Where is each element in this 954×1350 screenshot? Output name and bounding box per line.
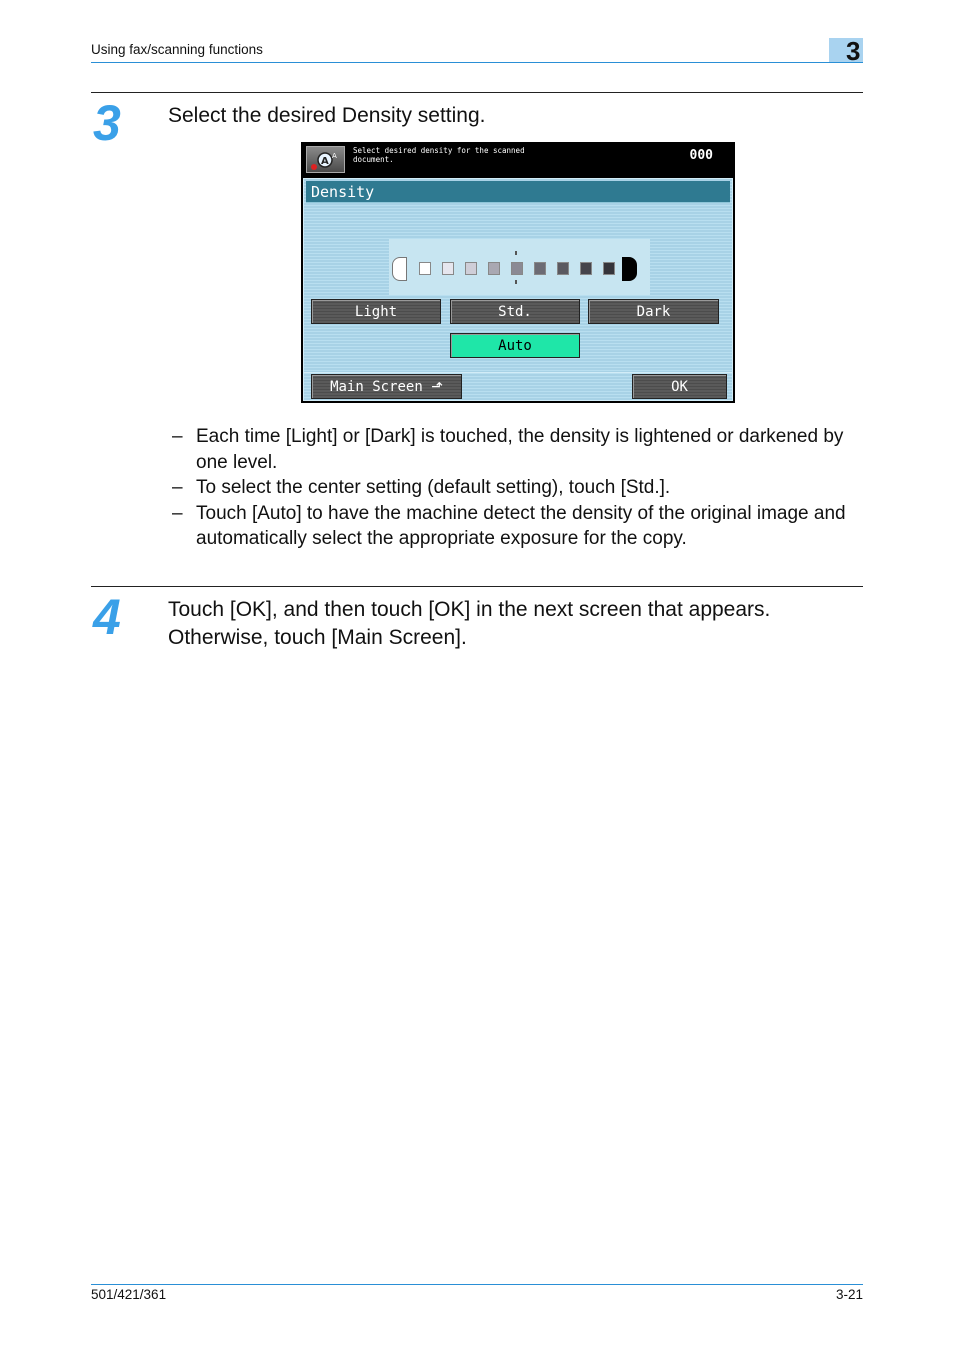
density-scale bbox=[389, 239, 650, 295]
ok-button[interactable]: OK bbox=[632, 374, 727, 399]
dark-end-icon bbox=[622, 257, 637, 281]
note-item: – To select the center setting (default s… bbox=[172, 477, 671, 498]
density-level-6 bbox=[534, 262, 546, 275]
light-button[interactable]: Light bbox=[311, 299, 441, 324]
density-level-4 bbox=[488, 262, 500, 275]
density-level-7 bbox=[557, 262, 569, 275]
step-divider bbox=[91, 92, 863, 93]
auto-button[interactable]: Auto bbox=[450, 333, 580, 358]
density-level-9 bbox=[603, 262, 615, 275]
light-end-icon bbox=[392, 257, 407, 281]
scan-mode-icon[interactable]: A A bbox=[306, 146, 345, 173]
page-number: 3-21 bbox=[835, 1287, 863, 1302]
status-message: Select desired density for the scanned d… bbox=[353, 146, 525, 164]
note-item: – Touch [Auto] to have the machine detect… bbox=[172, 502, 846, 550]
header-divider bbox=[91, 62, 863, 63]
step-notes: – Each time [Light] or [Dark] is touched,… bbox=[172, 424, 872, 552]
step-text: Touch [OK], and then touch [OK] in the n… bbox=[168, 598, 771, 649]
svg-text:A: A bbox=[332, 152, 337, 160]
main-screen-button[interactable]: Main Screen ⬏ bbox=[311, 374, 462, 399]
density-level-8 bbox=[580, 262, 592, 275]
panel-divider bbox=[304, 372, 732, 373]
density-level-3 bbox=[465, 262, 477, 275]
note-text: Touch [Auto] to have the machine detect … bbox=[196, 502, 846, 550]
density-screen: A A Select desired density for the scann… bbox=[301, 142, 735, 403]
dark-button[interactable]: Dark bbox=[588, 299, 719, 324]
step-number: 3 bbox=[93, 95, 121, 151]
note-text: To select the center setting (default se… bbox=[196, 477, 671, 498]
note-text: Each time [Light] or [Dark] is touched, … bbox=[196, 426, 844, 473]
step-number: 4 bbox=[93, 589, 121, 645]
density-level-5 bbox=[511, 262, 523, 275]
center-tick-bottom bbox=[515, 280, 517, 284]
main-screen-label: Main Screen bbox=[330, 379, 423, 395]
return-arrow-icon: ⬏ bbox=[431, 379, 443, 395]
note-item: – Each time [Light] or [Dark] is touched,… bbox=[172, 426, 844, 473]
density-level-2 bbox=[442, 262, 454, 275]
svg-text:A: A bbox=[321, 156, 329, 167]
panel-title: Density bbox=[306, 181, 730, 203]
footer-divider bbox=[91, 1284, 863, 1285]
std-button[interactable]: Std. bbox=[450, 299, 580, 324]
model-number: 501/421/361 bbox=[91, 1287, 167, 1302]
center-tick-top bbox=[515, 251, 517, 255]
section-title: Using fax/scanning functions bbox=[91, 42, 263, 57]
density-level-1 bbox=[419, 262, 431, 275]
step-text: Select the desired Density setting. bbox=[168, 104, 486, 127]
message-bar: A A Select desired density for the scann… bbox=[301, 142, 735, 176]
copy-counter: 000 bbox=[689, 148, 713, 163]
density-panel: Density Light Std. Dark Auto Main Screen… bbox=[303, 178, 733, 401]
step-divider bbox=[91, 586, 863, 587]
